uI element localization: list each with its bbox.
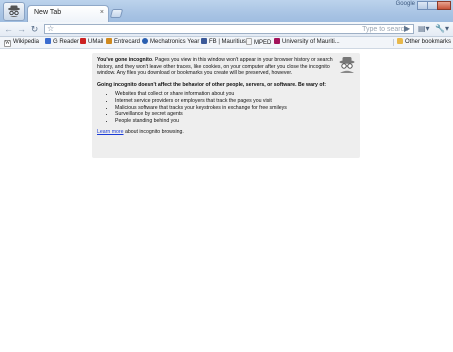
bookmark-entrecard[interactable]: Entrecard	[106, 38, 140, 47]
bookmark-mped[interactable]: MPED	[246, 38, 271, 47]
list-item: Websites that collect or share informati…	[115, 91, 355, 98]
university-icon	[274, 38, 280, 44]
incognito-panel: You've gone incognito. Pages you view in…	[92, 53, 360, 158]
go-icon[interactable]: ▶	[404, 24, 410, 34]
tab-title: New Tab	[34, 9, 62, 16]
learn-more-link[interactable]: Learn more	[97, 129, 124, 135]
search-placeholder: Type to search	[362, 26, 408, 33]
bookmark-label: MPED	[254, 40, 272, 46]
tab-strip: New Tab × Google	[0, 0, 453, 22]
other-bookmarks-label: Other bookmarks	[405, 39, 452, 45]
bookmark-label: FB | Mauritius	[209, 39, 246, 45]
forward-icon[interactable]: →	[16, 24, 27, 34]
bookmark-label: G Reader	[53, 39, 80, 45]
folder-icon	[397, 38, 403, 44]
tab-close-icon[interactable]: ×	[100, 9, 104, 17]
wikipedia-icon: W	[4, 40, 11, 47]
address-bar[interactable]: ☆ Type to search	[44, 24, 414, 34]
bookmarks-separator	[393, 39, 394, 46]
bookmark-fb-mauritius[interactable]: FB | Mauritius	[201, 38, 246, 47]
entrecard-icon	[106, 38, 112, 44]
toolbar: ← → ↻ ☆ Type to search ▶ ▤▾ 🔧▾	[0, 22, 453, 37]
reload-icon[interactable]: ↻	[29, 24, 40, 34]
list-item: Malicious software that tracks your keys…	[115, 105, 355, 112]
warning-list: Websites that collect or share informati…	[97, 91, 355, 124]
mechatronics-icon	[142, 38, 148, 44]
tab-new-tab[interactable]: New Tab ×	[27, 5, 109, 22]
incognito-icon	[3, 2, 25, 21]
bookmark-wikipedia[interactable]: W Wikipedia	[4, 38, 39, 47]
list-item: Internet service providers or employers …	[115, 98, 355, 105]
page-content: You've gone incognito. Pages you view in…	[0, 49, 453, 352]
bookmark-label: Entrecard	[114, 39, 141, 45]
incognito-intro: You've gone incognito. Pages you view in…	[97, 57, 333, 77]
spy-icon	[339, 57, 355, 73]
other-bookmarks[interactable]: Other bookmarks	[397, 38, 451, 47]
bookmark-mechatronics[interactable]: Mechatronics Year 1	[142, 38, 204, 47]
bookmark-umail[interactable]: UMail	[80, 38, 103, 47]
close-window-button[interactable]	[437, 1, 451, 10]
mail-icon	[80, 38, 86, 44]
window-brand: Google	[395, 1, 415, 7]
new-tab-button[interactable]	[109, 9, 124, 18]
facebook-icon	[201, 38, 207, 44]
bookmark-label: Wikipedia	[13, 39, 40, 45]
list-item: Surveillance by secret agents	[115, 111, 355, 118]
bookmark-star-icon[interactable]: ☆	[47, 24, 54, 33]
learn-more-line: Learn more about incognito browsing.	[97, 129, 355, 136]
page-menu-icon[interactable]: ▤▾	[418, 24, 430, 34]
bookmarks-bar: W Wikipedia G Reader UMail Entrecard Mech…	[0, 37, 453, 49]
intro-bold: You've gone incognito	[97, 57, 153, 63]
window-controls	[417, 1, 451, 10]
reader-icon	[45, 38, 51, 44]
warning-heading: Going incognito doesn't affect the behav…	[97, 81, 326, 88]
bookmark-g-reader[interactable]: G Reader	[45, 38, 79, 47]
learn-more-text: about incognito browsing.	[123, 129, 184, 136]
bookmark-university[interactable]: University of Mauriti...	[274, 38, 340, 47]
list-item: People standing behind you	[115, 118, 355, 125]
page-icon	[246, 38, 252, 45]
bookmark-label: Mechatronics Year 1	[150, 39, 205, 45]
back-icon[interactable]: ←	[3, 24, 14, 34]
bookmark-label: University of Mauriti...	[282, 39, 340, 45]
bookmark-label: UMail	[88, 39, 104, 45]
browser-window: New Tab × Google ← → ↻ ☆ Type to search …	[0, 0, 453, 352]
wrench-icon[interactable]: 🔧▾	[435, 24, 449, 34]
